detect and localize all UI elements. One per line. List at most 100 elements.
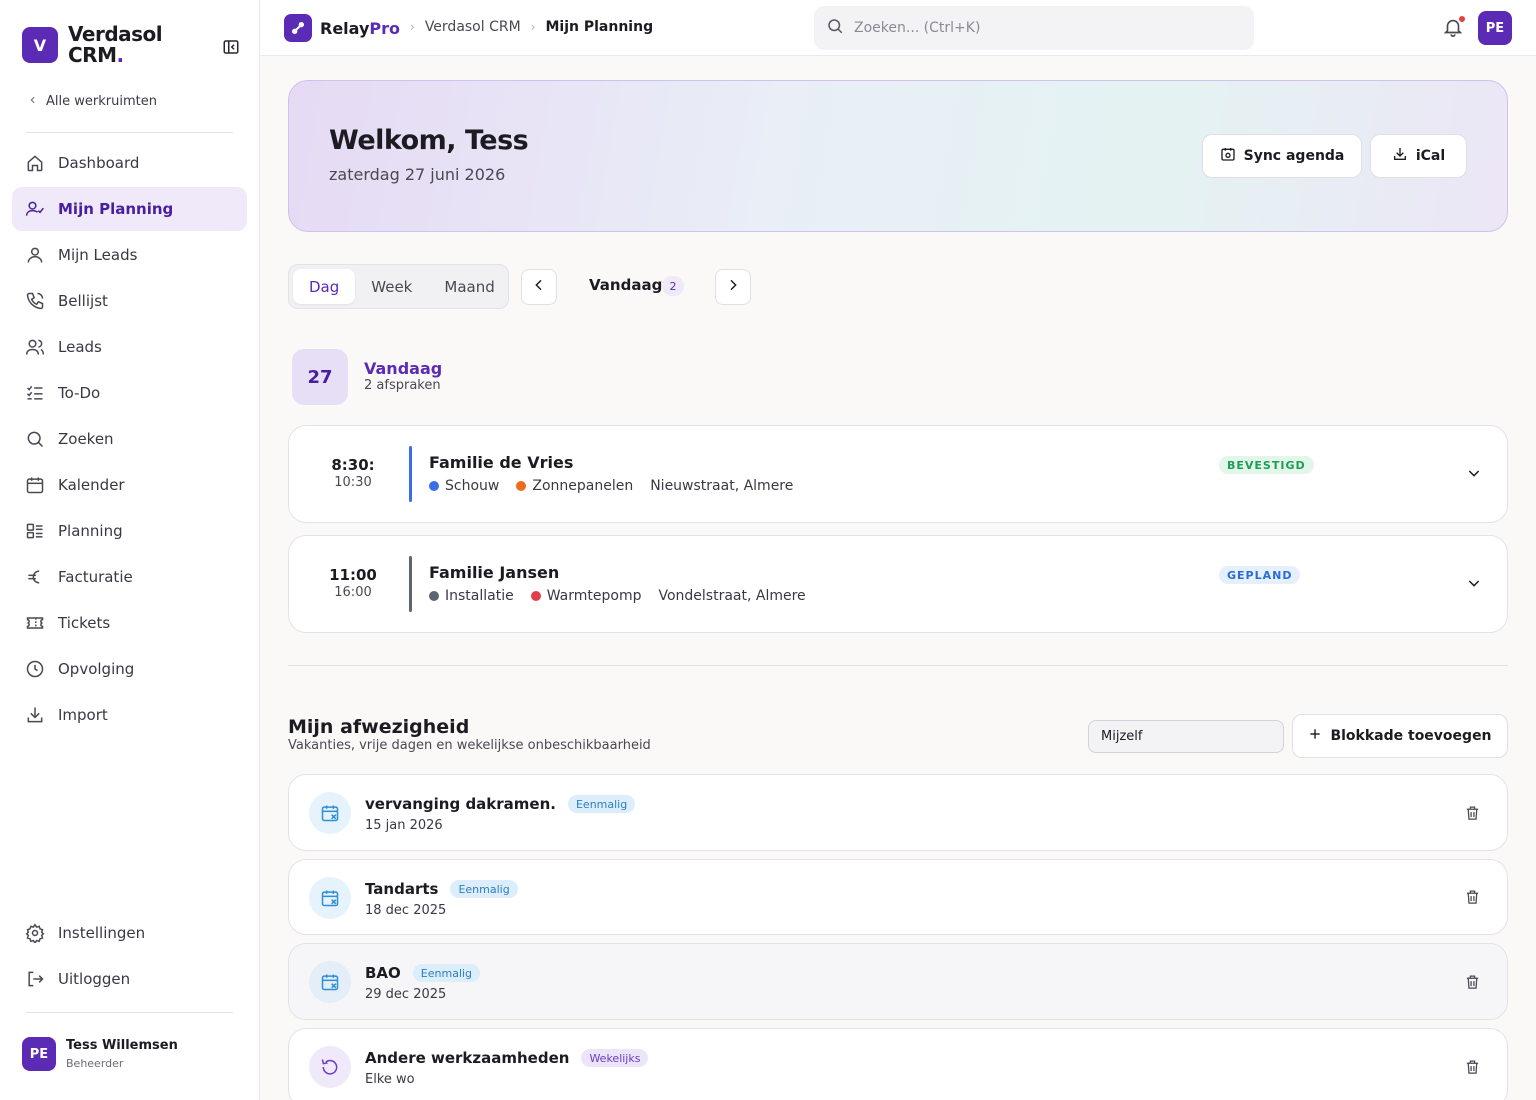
appointment-name: Familie Jansen (429, 563, 560, 582)
sidebar-item-bellijst[interactable]: Bellijst (12, 279, 247, 323)
appointment-color-bar (409, 556, 412, 612)
trash-icon[interactable] (1461, 1056, 1483, 1078)
app-logo[interactable]: RelayPro (284, 14, 400, 42)
sidebar-item-dashboard[interactable]: Dashboard (12, 141, 247, 185)
absence-name: Andere werkzaamheden Wekelijks (365, 1049, 649, 1067)
ticket-icon (24, 612, 46, 634)
today-label[interactable]: Vandaag (589, 276, 662, 294)
sidebar-item-opvolging[interactable]: Opvolging (12, 647, 247, 691)
user-card[interactable]: PE Tess Willemsen Beheerder (22, 1037, 178, 1071)
absence-item[interactable]: Andere werkzaamheden Wekelijks Elke wo (288, 1028, 1508, 1100)
download-icon (24, 704, 46, 726)
trash-icon[interactable] (1461, 886, 1483, 908)
product-dot (516, 481, 527, 491)
sidebar-item-label: Facturatie (58, 568, 133, 586)
appointment-end-time: 16:00 (334, 585, 372, 600)
breadcrumb-workspace[interactable]: Verdasol CRM (425, 19, 521, 35)
sidebar-divider (26, 132, 233, 133)
previous-day-button[interactable] (521, 269, 557, 305)
back-to-workspaces-link[interactable]: Alle werkruimten (28, 94, 157, 109)
chevron-down-icon[interactable] (1463, 572, 1485, 594)
search-input[interactable] (854, 20, 1234, 36)
sidebar-item-label: Import (58, 706, 108, 724)
appointment-card[interactable]: 8:30: 10:30 Familie de Vries Schouw Zonn… (288, 425, 1508, 523)
sidebar-item-mijn-planning[interactable]: Mijn Planning (12, 187, 247, 231)
next-day-button[interactable] (715, 269, 751, 305)
sidebar-item-label: Mijn Leads (58, 246, 138, 264)
sidebar-item-leads[interactable]: Leads (12, 325, 247, 369)
app-suffix: Pro (369, 18, 400, 38)
user-icon (24, 244, 46, 266)
sidebar-item-import[interactable]: Import (12, 693, 247, 737)
chevron-right-icon (725, 277, 741, 297)
appointment-product-label: Warmtepomp (546, 588, 642, 604)
sync-agenda-button[interactable]: Sync agenda (1202, 134, 1362, 178)
brand[interactable]: V Verdasol CRM. (22, 24, 188, 66)
sidebar-item-kalender[interactable]: Kalender (12, 463, 247, 507)
absence-item[interactable]: Tandarts Eenmalig 18 dec 2025 (288, 859, 1508, 935)
sidebar-item-uitloggen[interactable]: Uitloggen (12, 957, 247, 1001)
appointment-card[interactable]: 11:00 16:00 Familie Jansen Installatie W… (288, 535, 1508, 633)
absence-tag: Eenmalig (450, 880, 518, 898)
appointment-name: Familie de Vries (429, 453, 574, 472)
chevron-down-icon[interactable] (1463, 462, 1485, 484)
absence-item[interactable]: BAO Eenmalig 29 dec 2025 (288, 943, 1508, 1020)
appointment-address: Nieuwstraat, Almere (650, 478, 794, 494)
sidebar-item-zoeken[interactable]: Zoeken (12, 417, 247, 461)
tab-dag[interactable]: Dag (293, 269, 356, 304)
sidebar-item-planning[interactable]: Planning (12, 509, 247, 553)
absence-name: Tandarts Eenmalig (365, 880, 518, 898)
sidebar-item-label: Mijn Planning (58, 200, 174, 218)
appointment-product: Warmtepomp (530, 588, 642, 604)
appointment-start-time: 11:00 (329, 566, 377, 584)
tab-maand[interactable]: Maand (428, 269, 510, 304)
search-icon (826, 17, 844, 39)
product-dot (530, 591, 541, 601)
sidebar-item-label: Dashboard (58, 154, 140, 172)
type-dot (429, 481, 439, 491)
trash-icon[interactable] (1461, 971, 1483, 993)
view-switcher: Dag Week Maand (288, 264, 509, 309)
trash-icon[interactable] (1461, 802, 1483, 824)
absence-tag: Wekelijks (581, 1049, 649, 1067)
tab-week[interactable]: Week (355, 269, 428, 304)
add-blockade-button[interactable]: Blokkade toevoegen (1292, 714, 1508, 758)
sidebar-item-instellingen[interactable]: Instellingen (12, 911, 247, 955)
home-icon (24, 152, 46, 174)
sidebar-item-label: Bellijst (58, 292, 108, 310)
sidebar-item-label: To-Do (58, 384, 101, 402)
absence-tag: Eenmalig (567, 795, 636, 813)
absence-name-text: Andere werkzaamheden (365, 1049, 570, 1067)
welcome-banner: Welkom, Tess zaterdag 27 juni 2026 Sync … (288, 80, 1508, 232)
appointment-start-time: 8:30: (331, 456, 375, 474)
absence-name-text: BAO (365, 964, 401, 982)
phone-icon (24, 290, 46, 312)
sidebar-item-label: Uitloggen (58, 970, 131, 988)
ical-button[interactable]: iCal (1370, 134, 1467, 178)
absence-date: 18 dec 2025 (365, 903, 447, 918)
sidebar-item-mijn-leads[interactable]: Mijn Leads (12, 233, 247, 277)
absence-date: 29 dec 2025 (365, 987, 447, 1002)
sidebar-item-facturatie[interactable]: Facturatie (12, 555, 247, 599)
sidebar-collapse-icon[interactable] (220, 36, 242, 58)
back-link-label: Alle werkruimten (46, 94, 157, 109)
avatar[interactable]: PE (1478, 11, 1512, 45)
status-badge: BEVESTIGD (1219, 456, 1314, 474)
absence-user-select[interactable]: Mijzelf (1088, 720, 1284, 753)
absence-item[interactable]: vervanging dakramen. Eenmalig 15 jan 2026 (288, 774, 1508, 851)
chevron-left-icon (28, 94, 38, 109)
app-name: RelayPro (320, 19, 400, 38)
user-role: Beheerder (66, 1057, 124, 1070)
users-icon (24, 336, 46, 358)
sidebar-item-to-do[interactable]: To-Do (12, 371, 247, 415)
chevron-right-icon: › (410, 20, 415, 34)
day-number: 27 (292, 349, 348, 405)
download-icon (1392, 146, 1408, 166)
sidebar-item-tickets[interactable]: Tickets (12, 601, 247, 645)
kanban-icon (24, 520, 46, 542)
search-box[interactable] (814, 6, 1254, 50)
chevron-right-icon: › (530, 20, 536, 34)
notification-bell-icon[interactable] (1442, 16, 1466, 40)
notification-dot (1459, 16, 1465, 22)
appointment-product: Zonnepanelen (516, 478, 633, 494)
